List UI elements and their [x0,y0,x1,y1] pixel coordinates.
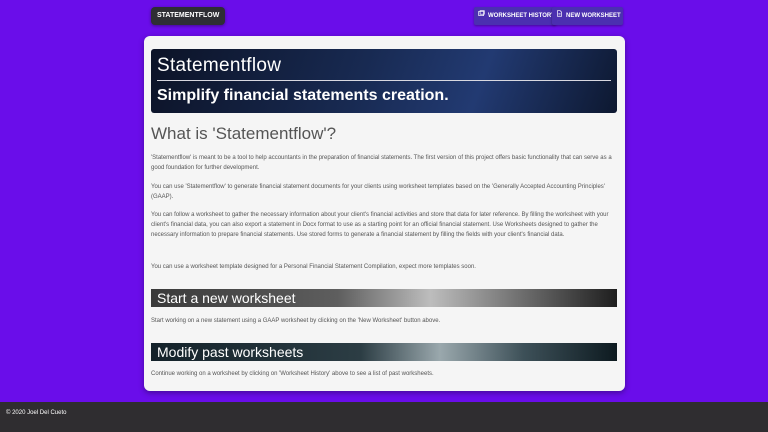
copyright-text: © 2020 Joel Del Cueto [6,410,67,416]
document-icon [556,7,563,25]
about-paragraph: 'Statementflow' is meant to be a tool to… [151,155,612,171]
modify-worksheets-text: Continue working on a worksheet by click… [151,371,434,377]
about-paragraph: You can follow a worksheet to gather the… [151,212,609,238]
brand-button[interactable]: STATEMENTFLOW [151,7,226,25]
hero-banner: Statementflow Simplify financial stateme… [151,49,617,113]
navbar: STATEMENTFLOW WORKSHEET HISTORY NEW WORK… [0,0,768,34]
start-worksheet-heading: Start a new worksheet [157,290,296,306]
footer: © 2020 Joel Del Cueto [0,402,768,432]
hero-title: Statementflow [157,55,282,76]
about-paragraph: You can use 'Statementflow' to generate … [151,184,605,200]
hero-divider [157,80,611,81]
history-icon [478,7,485,25]
start-worksheet-text: Start working on a new statement using a… [151,318,441,324]
worksheet-history-label: WORKSHEET HISTORY [488,13,556,19]
new-worksheet-label: NEW WORKSHEET [566,13,621,19]
modify-worksheets-heading: Modify past worksheets [157,344,304,360]
worksheet-history-button[interactable]: WORKSHEET HISTORY [474,7,556,25]
new-worksheet-button[interactable]: NEW WORKSHEET [552,7,623,25]
hero-subtitle: Simplify financial statements creation. [157,87,449,104]
about-paragraph: You can use a worksheet template designe… [151,264,476,270]
about-heading: What is 'Statementflow'? [151,124,337,143]
main-card: Statementflow Simplify financial stateme… [144,36,625,391]
start-worksheet-banner: Start a new worksheet [151,289,617,307]
modify-worksheets-banner: Modify past worksheets [151,343,617,361]
